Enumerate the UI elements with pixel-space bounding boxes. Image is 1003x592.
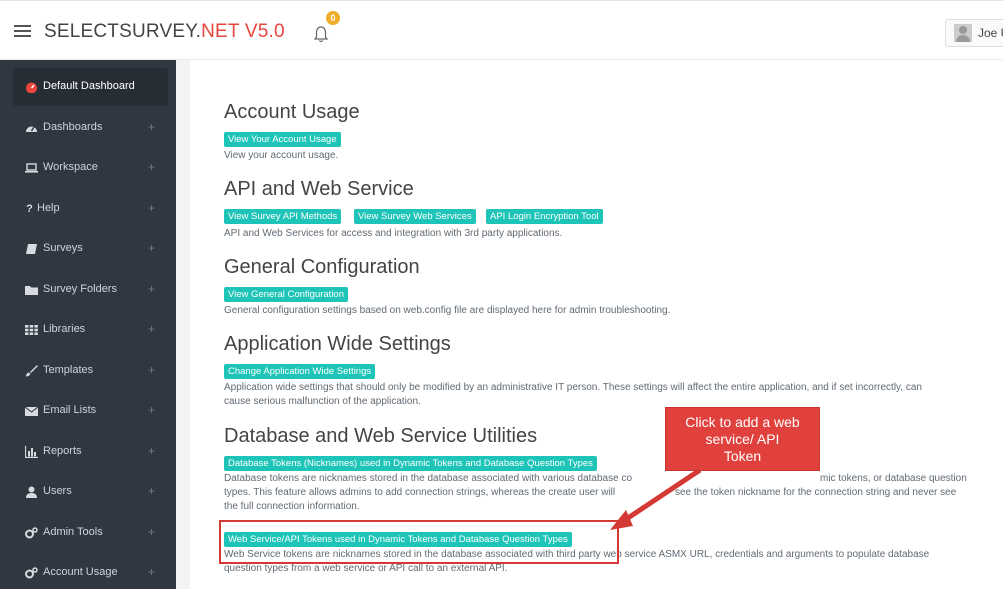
sidebar: Default Dashboard Dashboards + Workspace…: [0, 60, 176, 589]
cogs-icon: [25, 527, 38, 539]
expand-plus-icon[interactable]: +: [148, 363, 155, 377]
section-title-account-usage: Account Usage: [224, 101, 360, 123]
change-application-wide-settings-button[interactable]: Change Application Wide Settings: [224, 364, 376, 379]
sidebar-item-surveys[interactable]: Surveys +: [13, 230, 168, 268]
laptop-icon: [25, 163, 38, 173]
folder-icon: [25, 286, 38, 295]
sidebar-item-label: Help: [37, 202, 60, 214]
brand-prefix: SELECTSURVEY.: [44, 21, 202, 42]
user-menu[interactable]: Joe U: [945, 19, 1003, 47]
sidebar-item-label: Libraries: [43, 323, 86, 335]
section-title-general-configuration: General Configuration: [224, 256, 420, 278]
sidebar-item-users[interactable]: Users +: [13, 473, 168, 511]
section-title-application-wide-settings: Application Wide Settings: [224, 333, 451, 355]
highlight-box: [219, 520, 619, 564]
database-tokens-button[interactable]: Database Tokens (Nicknames) used in Dyna…: [224, 456, 597, 471]
view-survey-web-services-button[interactable]: View Survey Web Services: [354, 209, 476, 224]
expand-plus-icon[interactable]: +: [148, 484, 155, 498]
sidebar-item-default-dashboard[interactable]: Default Dashboard: [13, 68, 168, 106]
cogs-icon: [25, 567, 38, 579]
sidebar-item-templates[interactable]: Templates +: [13, 352, 168, 390]
question-icon: ?: [26, 203, 33, 215]
grid-icon: [25, 325, 38, 335]
sidebar-item-dashboards[interactable]: Dashboards +: [13, 109, 168, 147]
bar-chart-icon: [25, 446, 38, 458]
expand-plus-icon[interactable]: +: [148, 160, 155, 174]
brand-logo[interactable]: SELECTSURVEY.NET V5.0: [44, 21, 285, 43]
application-wide-description-line1: Application wide settings that should on…: [224, 382, 922, 393]
application-wide-description-line2: cause serious malfunction of the applica…: [224, 396, 421, 407]
database-tokens-description-line1a: Database tokens are nicknames stored in …: [224, 473, 633, 484]
sidebar-item-admin-tools[interactable]: Admin Tools +: [13, 514, 168, 552]
api-login-encryption-tool-button[interactable]: API Login Encryption Tool: [486, 209, 603, 224]
sidebar-item-label: Email Lists: [43, 404, 97, 416]
database-tokens-description-line1b: mic tokens, or database question: [820, 473, 967, 484]
database-tokens-description-line3: the full connection information.: [224, 501, 360, 512]
sidebar-item-label: Default Dashboard: [43, 80, 135, 92]
brush-icon: [26, 365, 38, 377]
callout-line2: service/ API: [705, 431, 780, 447]
sidebar-item-label: Survey Folders: [43, 283, 117, 295]
expand-plus-icon[interactable]: +: [148, 525, 155, 539]
web-service-tokens-description-line2: question types from a web service or API…: [224, 563, 508, 574]
dashboard-gauge-icon: [26, 82, 37, 93]
sidebar-item-help[interactable]: ? Help +: [13, 190, 168, 228]
sidebar-item-libraries[interactable]: Libraries +: [13, 311, 168, 349]
brand-suffix: NET V5.0: [201, 21, 285, 42]
bell-icon[interactable]: [313, 25, 329, 43]
section-title-database-utilities: Database and Web Service Utilities: [224, 425, 538, 447]
view-general-configuration-button[interactable]: View General Configuration: [224, 287, 349, 302]
account-usage-description: View your account usage.: [224, 150, 339, 161]
sidebar-item-label: Templates: [43, 364, 94, 376]
expand-plus-icon[interactable]: +: [148, 120, 155, 134]
sidebar-item-label: Reports: [43, 445, 82, 457]
sidebar-item-label: Workspace: [43, 161, 98, 173]
user-icon: [26, 486, 37, 498]
sidebar-item-account-usage[interactable]: Account Usage +: [13, 554, 168, 592]
sidebar-item-label: Dashboards: [43, 121, 103, 133]
database-tokens-description-line2b: see the token nickname for the connectio…: [675, 487, 957, 498]
expand-plus-icon[interactable]: +: [148, 201, 155, 215]
expand-plus-icon[interactable]: +: [148, 403, 155, 417]
database-tokens-description-line2a: types. This feature allows admins to add…: [224, 487, 616, 498]
view-survey-api-methods-button[interactable]: View Survey API Methods: [224, 209, 342, 224]
view-account-usage-button[interactable]: View Your Account Usage: [224, 132, 341, 147]
callout-line1: Click to add a web: [685, 414, 800, 430]
expand-plus-icon[interactable]: +: [148, 322, 155, 336]
expand-plus-icon[interactable]: +: [148, 241, 155, 255]
expand-plus-icon[interactable]: +: [148, 282, 155, 296]
sidebar-item-label: Account Usage: [43, 566, 118, 578]
expand-plus-icon[interactable]: +: [148, 444, 155, 458]
book-icon: [26, 244, 37, 254]
avatar: [954, 24, 972, 42]
callout-line3: Token: [723, 448, 762, 464]
expand-plus-icon[interactable]: +: [148, 565, 155, 579]
api-description: API and Web Services for access and inte…: [224, 228, 563, 239]
menu-toggle-icon[interactable]: [14, 25, 31, 37]
sidebar-item-label: Surveys: [43, 242, 83, 254]
user-name: Joe U: [978, 26, 1003, 40]
notification-badge: 0: [326, 11, 340, 25]
tachometer-icon: [26, 126, 37, 132]
sidebar-item-label: Admin Tools: [43, 526, 103, 538]
sidebar-item-email-lists[interactable]: Email Lists +: [13, 392, 168, 430]
sidebar-item-label: Users: [43, 485, 72, 497]
envelope-icon: [25, 406, 38, 416]
top-header: SELECTSURVEY.NET V5.0 0 Joe U: [0, 0, 1003, 60]
sidebar-item-survey-folders[interactable]: Survey Folders +: [13, 271, 168, 309]
sidebar-item-workspace[interactable]: Workspace +: [13, 149, 168, 187]
general-configuration-description: General configuration settings based on …: [224, 305, 671, 316]
sidebar-item-reports[interactable]: Reports +: [13, 433, 168, 471]
section-title-api: API and Web Service: [224, 178, 414, 200]
annotation-callout: Click to add a web service/ API Token: [665, 407, 820, 471]
